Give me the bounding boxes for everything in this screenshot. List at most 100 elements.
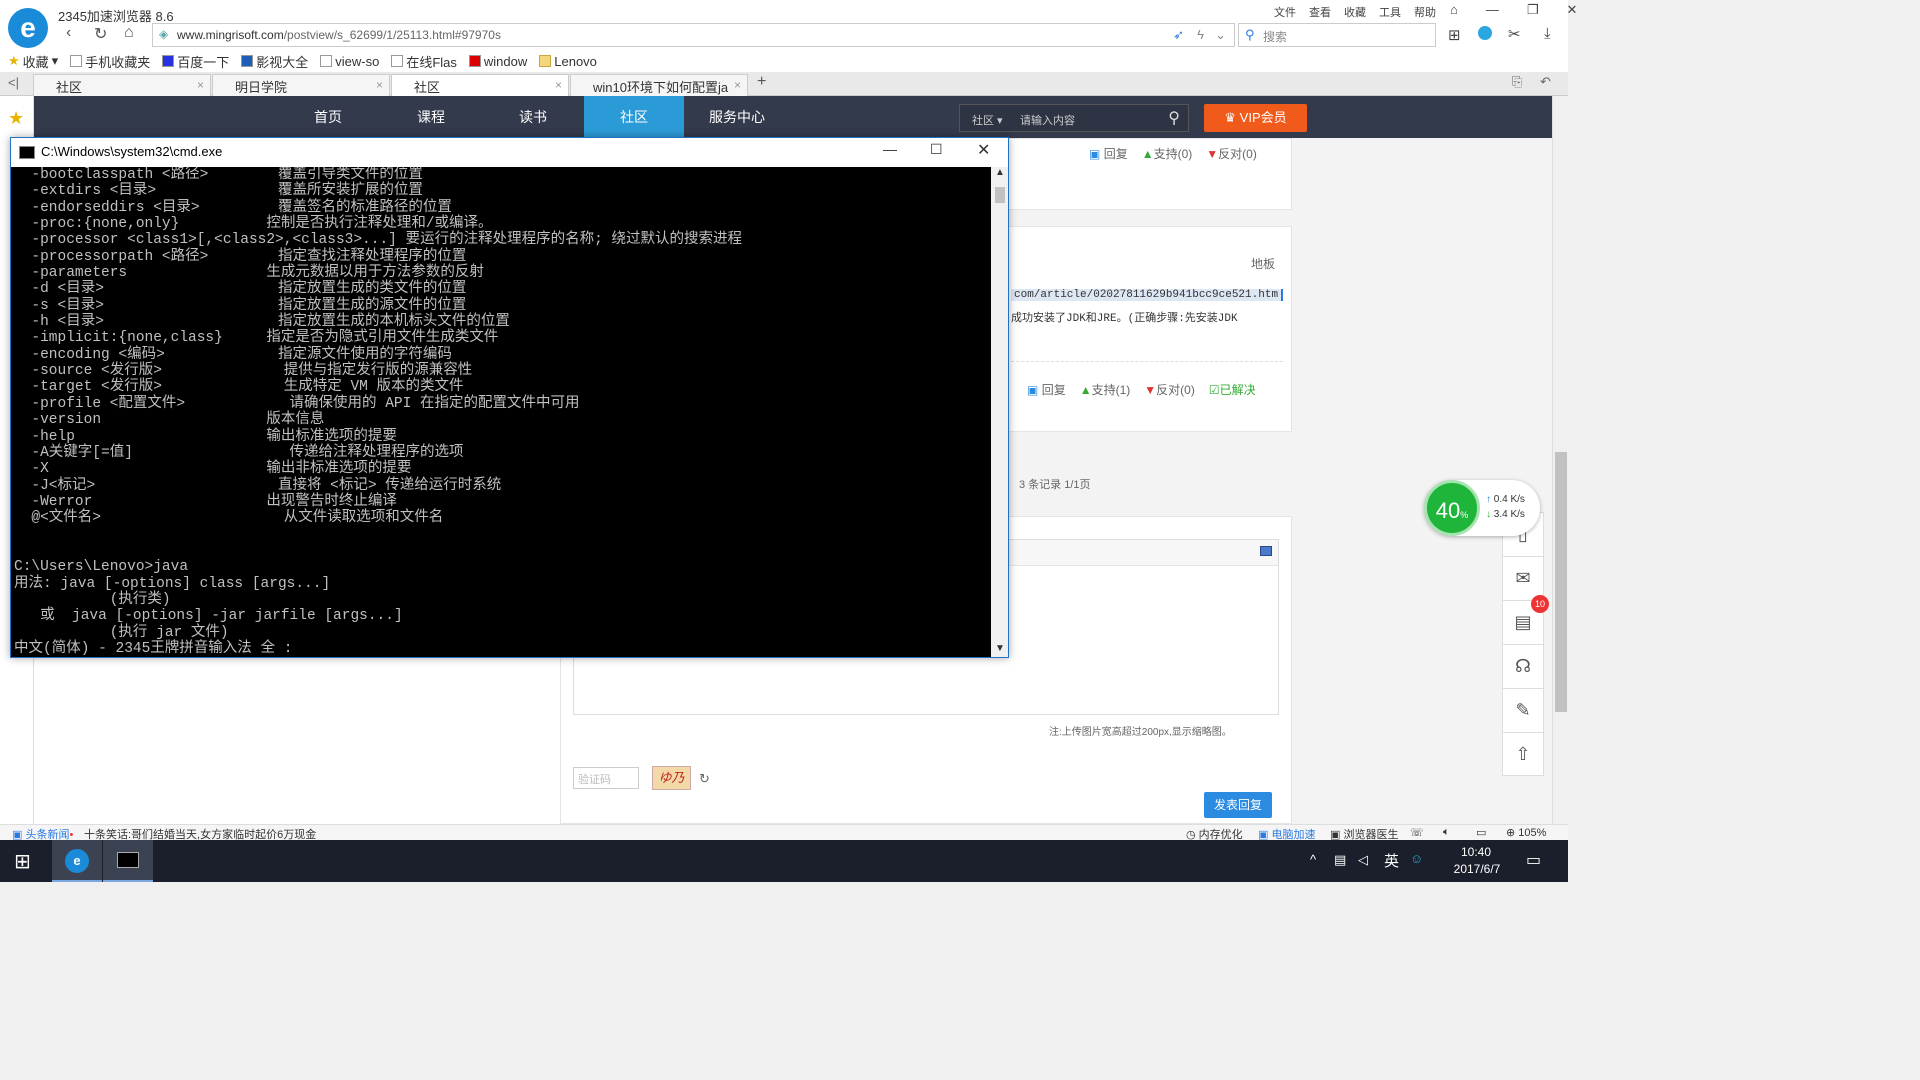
cmd-minimize-button[interactable]: — [883,141,897,157]
menu-tools[interactable]: 工具 [1379,4,1401,20]
cmd-scrollbar-thumb[interactable] [995,187,1005,203]
oppose-link[interactable]: ▼反对(0) [1206,145,1257,162]
tab-mingri[interactable]: 明日学院 × [212,74,390,96]
captcha-image[interactable]: ゆ乃 [652,766,691,790]
menu-help[interactable]: 帮助 [1414,4,1436,20]
fav-window[interactable]: window [468,54,527,69]
new-tab-button[interactable]: + [757,73,766,91]
captcha-refresh-icon[interactable]: ↻ [699,771,710,787]
tab-community-1[interactable]: 社区 × [33,74,211,96]
sound-icon[interactable]: 🔈︎ [1443,826,1450,839]
undo-icon[interactable]: ↶ [1540,74,1551,90]
maximize-button[interactable]: ❐ [1527,2,1539,18]
qq-icon[interactable]: ☊ [1502,644,1544,688]
apps-icon[interactable]: ⊞ [1448,26,1461,44]
page-scrollbar-thumb[interactable] [1555,452,1567,712]
back-to-top-icon[interactable]: ⇧ [1502,732,1544,776]
url-text[interactable]: www.mingrisoft.com/postview/s_62699/1/25… [177,28,501,42]
ime-indicator[interactable]: 英 [1384,850,1399,871]
search-icon[interactable]: ⚲ [1168,108,1180,128]
screen-icon[interactable]: ▭ [1476,826,1486,839]
notification-icon[interactable]: ▭ [1526,850,1541,870]
close-button[interactable]: ✕ [1567,2,1578,18]
fav-mobile[interactable]: 手机收藏夹 [70,52,150,71]
taskbar-browser[interactable]: e [52,840,102,882]
tab-close-icon[interactable]: × [555,78,562,92]
restore-tab-icon[interactable]: ⎘ [1512,74,1522,90]
cmd-output[interactable]: -bootclasspath <路径> 覆盖引导类文件的位置 -extdirs … [11,167,991,657]
menu-view[interactable]: 查看 [1309,4,1331,20]
back-icon[interactable]: ‹ [66,24,71,42]
address-bar[interactable]: ◈ www.mingrisoft.com/postview/s_62699/1/… [152,23,1235,47]
submit-reply-button[interactable]: 发表回复 [1204,792,1272,818]
cmd-titlebar[interactable]: C:\Windows\system32\cmd.exe — ☐ ✕ [11,138,1008,167]
search-scope-select[interactable]: 社区 ▾ [972,112,1003,128]
speed-widget[interactable]: 40% ↑ 0.4 K/s ↓ 3.4 K/s [1424,480,1540,536]
refresh-icon[interactable]: ↻ [94,24,107,44]
article-link[interactable]: com/article/02027811629b941bcc9ce521.htm [1011,289,1284,301]
oppose-link[interactable]: ▼反对(0) [1144,381,1195,398]
comment-icon[interactable]: ▤ 10 [1502,595,1549,644]
reply-link[interactable]: ▣ 回复 [1089,145,1128,162]
fav-lenovo[interactable]: Lenovo [539,54,597,69]
vip-button[interactable]: ♛ VIP会员 [1204,104,1307,132]
edit-icon[interactable]: ✎ [1502,688,1544,732]
tab-close-icon[interactable]: × [197,78,204,92]
menu-favorites[interactable]: 收藏 [1344,4,1366,20]
user-icon[interactable] [1478,26,1492,40]
windows-start-icon[interactable]: ⊞ [14,849,31,874]
clock-date[interactable]: 2017/6/7 [1442,862,1512,876]
editor-image-icon[interactable] [1260,546,1272,556]
tab-close-icon[interactable]: × [734,78,741,92]
ime-icon[interactable]: ☺ [1410,851,1423,866]
nav-books[interactable]: 读书 [483,96,583,138]
site-search-input[interactable]: 请输入内容 [1020,112,1075,128]
nav-courses[interactable]: 课程 [381,96,481,138]
clock-time[interactable]: 10:40 [1446,845,1506,859]
captcha-input[interactable]: 验证码 [573,767,639,789]
favorites-bar: ★ 收藏 ▾ 手机收藏夹 百度一下 影视大全 view-so 在线Flas win… [0,50,1568,72]
nav-service[interactable]: 服务中心 [687,96,787,138]
fav-video[interactable]: 影视大全 [241,52,308,71]
lightning-icon[interactable]: ϟ [1197,27,1204,42]
cmd-maximize-button[interactable]: ☐ [930,141,943,158]
page-scrollbar[interactable] [1552,96,1568,824]
skin-icon[interactable]: ⌂ [1450,2,1458,18]
browser-search[interactable]: ⚲ 搜索 [1238,23,1436,47]
cmd-close-button[interactable]: ✕ [977,140,990,160]
chevron-down-icon[interactable]: ⌄ [1215,27,1226,43]
network-icon[interactable]: ▤ [1334,852,1346,868]
fav-baidu[interactable]: 百度一下 [162,52,229,71]
home-icon[interactable]: ⌂ [124,24,134,42]
support-link[interactable]: ▲支持(1) [1080,381,1131,398]
reply-link[interactable]: ▣ 回复 [1027,381,1066,398]
support-link[interactable]: ▲支持(0) [1142,145,1193,162]
sidebar-toggle-icon[interactable]: <| [8,75,19,90]
menu-file[interactable]: 文件 [1274,4,1296,20]
cmd-window[interactable]: C:\Windows\system32\cmd.exe — ☐ ✕ -bootc… [10,137,1009,658]
scroll-down-icon[interactable]: ▼ [995,643,1005,654]
phone-icon[interactable]: ☏ [1410,826,1424,839]
tab-win10[interactable]: win10环境下如何配置ja × [570,74,748,96]
tray-expand-icon[interactable]: ^ [1310,852,1316,867]
tab-close-icon[interactable]: × [376,78,383,92]
mail-icon[interactable]: ✉ [1502,556,1544,600]
minimize-button[interactable]: — [1486,2,1499,18]
nav-community[interactable]: 社区 [584,96,684,138]
volume-icon[interactable]: ◁ [1358,852,1368,868]
fav-collect[interactable]: ★ 收藏 ▾ [8,52,58,71]
site-search: 社区 ▾ 请输入内容 ⚲ [959,104,1189,132]
favorites-star-icon[interactable]: ★ [8,108,24,129]
nav-home[interactable]: 首页 [278,96,378,138]
taskbar-cmd[interactable] [103,840,153,882]
zoom-level[interactable]: ⊕ 105% [1506,826,1546,839]
fav-view-so[interactable]: view-so [320,54,379,69]
star-icon: ★ [8,53,20,68]
tab-community-active[interactable]: 社区 × [391,74,569,96]
fav-flash[interactable]: 在线Flas [391,52,457,71]
cmd-scrollbar[interactable]: ▲ ▼ [991,167,1008,657]
scissors-icon[interactable]: ✂ [1508,25,1521,43]
download-icon[interactable]: ⤓ [1544,25,1551,42]
scroll-up-icon[interactable]: ▲ [995,167,1005,178]
rocket-icon[interactable]: ➶ [1173,27,1184,43]
